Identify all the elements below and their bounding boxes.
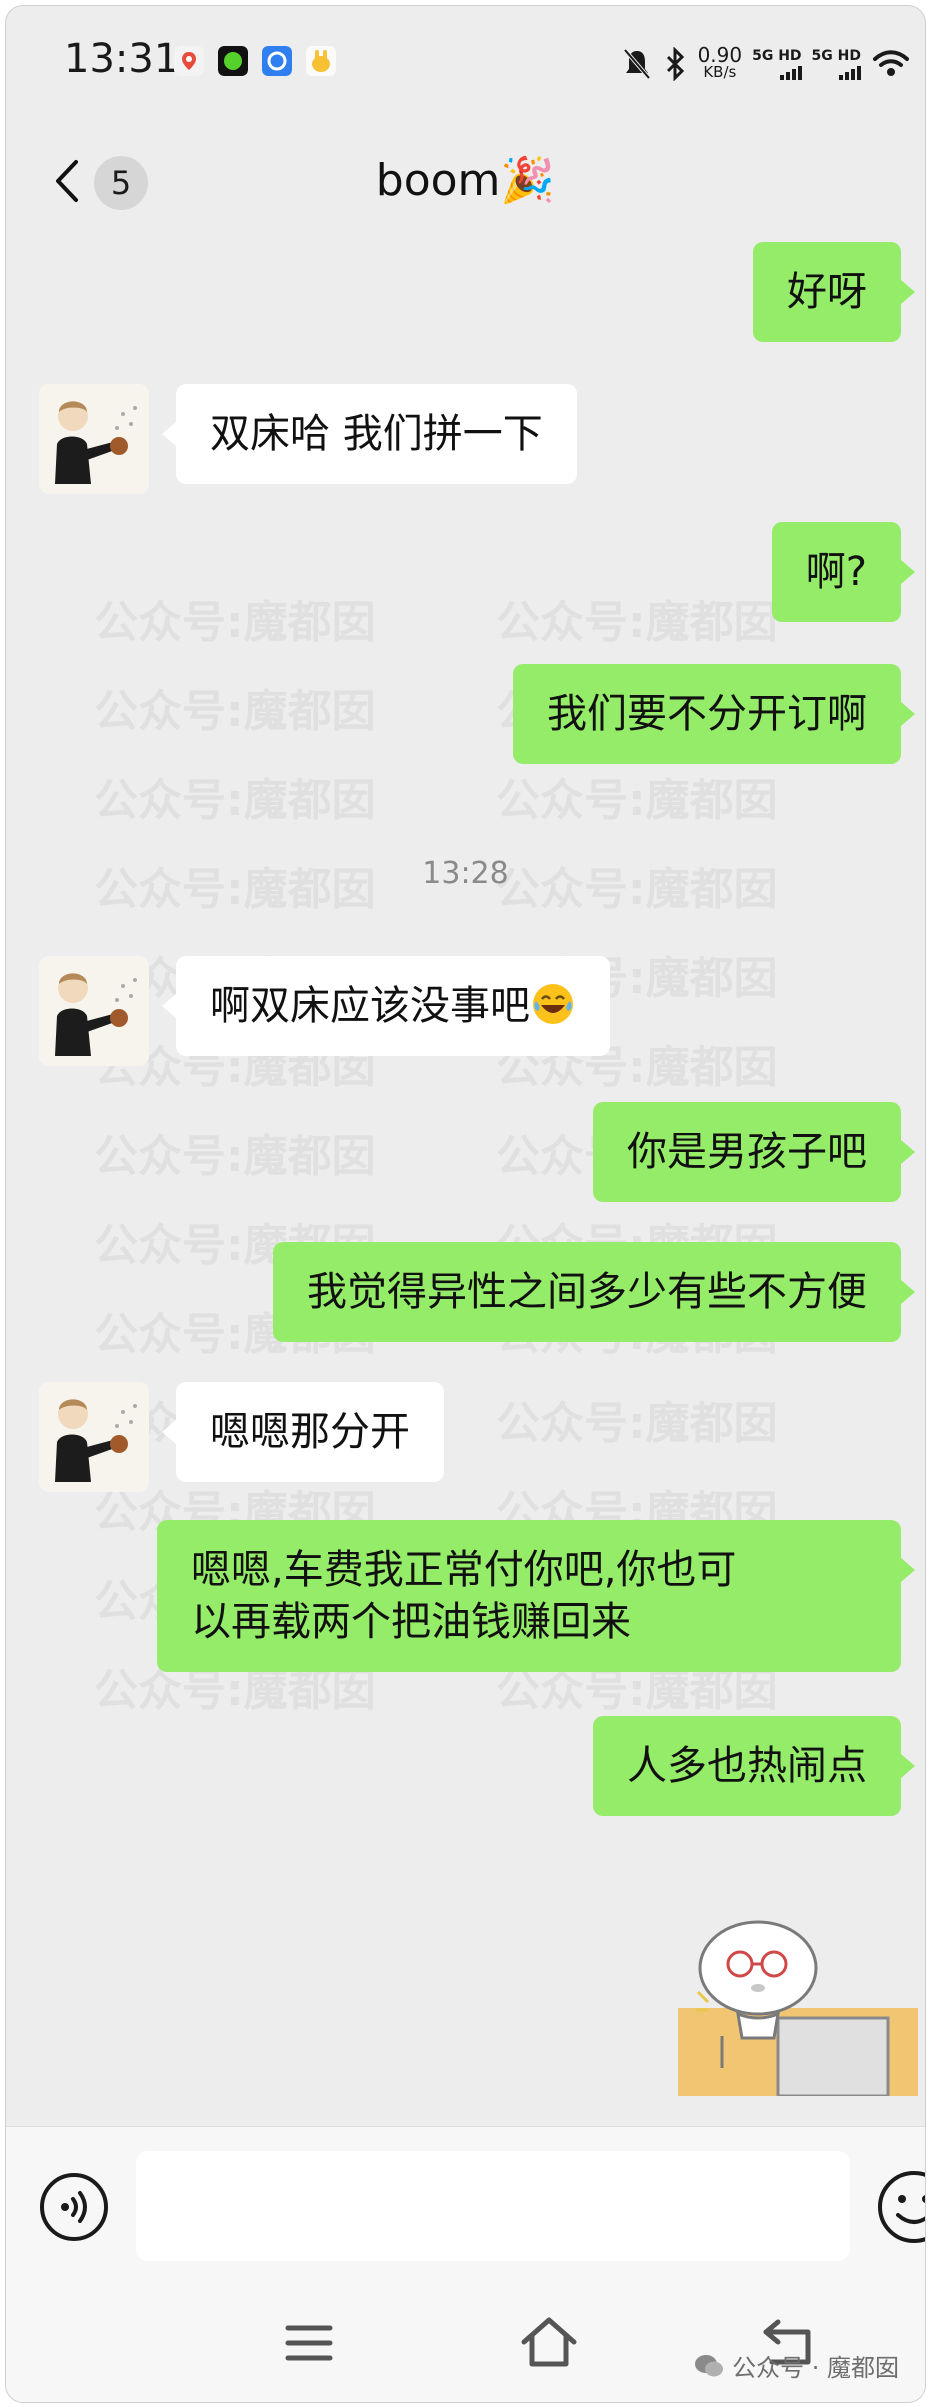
status-bar: 13:31 0.90 KB/s 5G HD 5G HD	[6, 6, 925, 116]
message-bubble-outgoing[interactable]: 我觉得异性之间多少有些不方便	[273, 1242, 915, 1342]
mute-icon	[623, 48, 651, 80]
status-indicators: 0.90 KB/s 5G HD 5G HD	[622, 42, 911, 86]
status-time: 13:31	[64, 36, 180, 82]
network-indicator-2: 5G HD	[812, 48, 861, 80]
net-speed: 0.90 KB/s	[697, 43, 743, 81]
message-bubble-outgoing[interactable]: 啊?	[771, 522, 916, 622]
wifi-icon	[873, 50, 909, 76]
message-bubble-outgoing[interactable]: 嗯嗯,车费我正常付你吧,你也可 以再载两个把油钱赚回来	[157, 1520, 915, 1672]
source-label: 公众号 · 魔都囡	[732, 2354, 899, 2382]
message-bubble-incoming[interactable]: 嗯嗯那分开	[162, 1382, 444, 1482]
green-app-icon	[218, 46, 248, 76]
contact-avatar[interactable]	[39, 384, 149, 494]
message-bubble-outgoing[interactable]: 你是男孩子吧	[593, 1102, 915, 1202]
yellow-app-icon	[306, 46, 336, 76]
home-icon[interactable]	[514, 2308, 584, 2378]
time-separator: 13:28	[422, 856, 509, 891]
network-indicator-1: 5G HD	[752, 48, 802, 80]
chat-title: boom🎉	[375, 155, 556, 206]
menu-icon[interactable]	[274, 2308, 344, 2378]
input-bar	[6, 2126, 925, 2287]
chat-header: 5 boom🎉	[6, 116, 925, 246]
signal-bars-1	[779, 64, 802, 80]
network-label-2: 5G HD	[811, 48, 861, 64]
net-speed-unit: KB/s	[703, 63, 737, 81]
net-speed-value: 0.90	[697, 43, 743, 67]
message-bubble-outgoing[interactable]: 我们要不分开订啊	[513, 664, 915, 764]
bluetooth-icon	[666, 47, 684, 81]
emoji-button[interactable]	[874, 2167, 926, 2247]
phone-screen: 13:31 0.90 KB/s 5G HD 5G HD 5 boom🎉 公众号:…	[5, 5, 926, 2403]
contact-avatar[interactable]	[39, 956, 149, 1066]
message-bubble-incoming[interactable]: 啊双床应该没事吧	[162, 956, 610, 1056]
message-text: 啊双床应该没事吧	[210, 983, 530, 1029]
signal-bars-2	[839, 64, 861, 80]
message-bubble-outgoing[interactable]: 好呀	[753, 242, 915, 342]
message-bubble-outgoing[interactable]: 人多也热闹点	[593, 1716, 915, 1816]
message-bubble-incoming[interactable]: 双床哈 我们拼一下	[162, 384, 577, 484]
system-nav-bar: 公众号 · 魔都囡	[6, 2286, 925, 2402]
contact-avatar[interactable]	[39, 1382, 149, 1492]
sticker-image[interactable]	[678, 1918, 918, 2096]
wechat-logo-icon	[695, 2354, 724, 2376]
voice-input-button[interactable]	[38, 2171, 110, 2243]
laughing-tears-emoji-icon	[533, 984, 573, 1024]
source-watermark: 公众号 · 魔都囡	[694, 2348, 899, 2383]
network-label-1: 5G HD	[752, 48, 802, 64]
message-input[interactable]	[136, 2151, 850, 2261]
maps-icon	[174, 46, 204, 76]
blue-app-icon	[262, 46, 292, 76]
